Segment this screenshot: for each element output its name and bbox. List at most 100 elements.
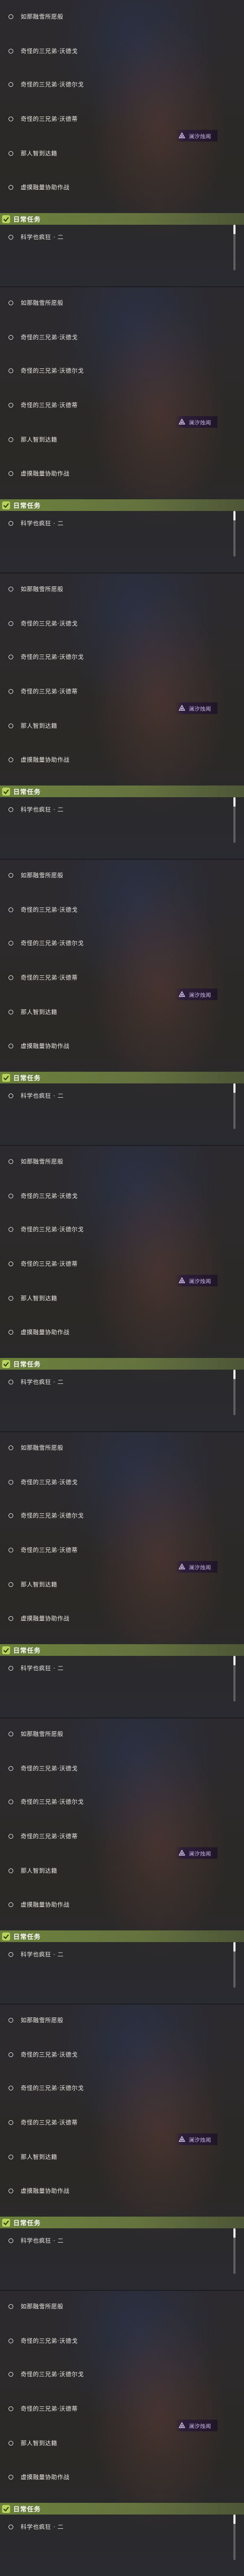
scrollbar[interactable] (233, 797, 236, 843)
quest-item[interactable]: 奇怪的三兄弟·沃德戈 (8, 904, 78, 915)
quest-item[interactable]: 奇怪的三兄弟·沃德戈 (8, 1762, 78, 1774)
quest-item[interactable]: 奇怪的三兄弟·沃德戈 (8, 331, 78, 343)
scrollbar[interactable] (233, 1083, 236, 1129)
quest-item[interactable]: 奇怪的三兄弟·沃德蒂 (8, 685, 78, 697)
quest-item[interactable]: 那人智到达籍 (8, 1865, 57, 1876)
quest-item[interactable]: 如那融雪所愿般 (8, 583, 64, 595)
scrollbar-thumb[interactable] (233, 1370, 236, 1379)
quest-item[interactable]: 虚摸融量协助作战 (8, 1612, 69, 1624)
scrollbar-thumb[interactable] (233, 2228, 236, 2238)
quest-item[interactable]: 奇怪的三兄弟·沃德戈 (8, 2049, 78, 2060)
quest-item[interactable]: 奇怪的三兄弟·沃德戈 (8, 2335, 78, 2346)
quest-title: 奇怪的三兄弟·沃德蒂 (21, 1833, 78, 1840)
quest-item[interactable]: 那人智到达籍 (8, 2151, 57, 2163)
daily-quest-item[interactable]: 科学也疯狂 · 二 (8, 231, 64, 243)
ring-icon (8, 2338, 13, 2343)
daily-quest-item[interactable]: 科学也疯狂 · 二 (8, 2235, 64, 2246)
scrollbar[interactable] (233, 1370, 236, 1415)
quest-item[interactable]: 那人智到达籍 (8, 434, 57, 445)
scrollbar[interactable] (233, 1656, 236, 1701)
quest-item[interactable]: 虚摸融量协助作战 (8, 181, 69, 193)
quest-item[interactable]: 如那融雪所愿般 (8, 2014, 64, 2026)
quest-item[interactable]: 那人智到达籍 (8, 720, 57, 731)
daily-quest-item[interactable]: 科学也疯狂 · 二 (8, 517, 64, 529)
daily-quest-heading: 日常任务 (13, 215, 41, 223)
scrollbar-thumb[interactable] (233, 1083, 236, 1093)
quest-item[interactable]: 奇怪的三兄弟·沃德尔戈 (8, 2368, 84, 2380)
quest-panel: 如那融雪所愿般奇怪的三兄弟·沃德戈 奇怪的三兄弟·沃德尔戈 奇怪的三兄弟·沃德蒂 那人… (0, 859, 244, 1145)
quest-item[interactable]: 奇怪的三兄弟·沃德尔戈 (8, 1223, 84, 1235)
daily-quest-heading: 日常任务 (13, 1646, 41, 1654)
quest-item[interactable]: 奇怪的三兄弟·沃德蒂 (8, 1544, 78, 1556)
quest-item[interactable]: 如那融雪所愿般 (8, 1155, 64, 1167)
domain-seal-icon (178, 1849, 186, 1856)
daily-quest-item[interactable]: 科学也疯狂 · 二 (8, 1662, 64, 1674)
badge-label: 澜汐烛闻 (189, 134, 211, 140)
daily-quest-item[interactable]: 科学也疯狂 · 二 (8, 804, 64, 815)
quest-title: 那人智到达籍 (21, 2440, 57, 2447)
quest-item[interactable]: 如那融雪所愿般 (8, 1442, 64, 1453)
ring-icon (8, 1329, 13, 1335)
quest-item[interactable]: 奇怪的三兄弟·沃德尔戈 (8, 78, 84, 90)
scrollbar[interactable] (233, 2228, 236, 2274)
quest-item[interactable]: 虚摸融量协助作战 (8, 467, 69, 479)
quest-item[interactable]: 奇怪的三兄弟·沃德蒂 (8, 2403, 78, 2414)
quest-item[interactable]: 奇怪的三兄弟·沃德蒂 (8, 1258, 78, 1269)
scrollbar-thumb[interactable] (233, 797, 236, 807)
daily-quest-icon (2, 1932, 10, 1940)
quest-title: 如那融雪所愿般 (21, 299, 64, 306)
quest-item[interactable]: 虚摸融量协助作战 (8, 754, 69, 765)
ring-icon (8, 2017, 13, 2023)
quest-item[interactable]: 奇怪的三兄弟·沃德戈 (8, 1476, 78, 1488)
quest-item[interactable]: 虚摸融量协助作战 (8, 1899, 69, 1910)
daily-quest-item[interactable]: 科学也疯狂 · 二 (8, 2521, 64, 2533)
quest-item[interactable]: 如那融雪所愿般 (8, 11, 64, 22)
quest-item[interactable]: 那人智到达籍 (8, 2437, 57, 2449)
quest-item[interactable]: 虚摸融量协助作战 (8, 1040, 69, 1052)
quest-item[interactable]: 那人智到达籍 (8, 1006, 57, 1018)
quest-title: 虚摸融量协助作战 (21, 1615, 69, 1622)
quest-item[interactable]: 奇怪的三兄弟·沃德尔戈 (8, 365, 84, 376)
daily-quest-item[interactable]: 科学也疯狂 · 二 (8, 1948, 64, 1960)
scrollbar[interactable] (233, 511, 236, 557)
quest-item[interactable]: 如那融雪所愿般 (8, 1728, 64, 1740)
scrollbar[interactable] (233, 2515, 236, 2560)
scrollbar-thumb[interactable] (233, 1656, 236, 1665)
ring-icon (8, 940, 13, 946)
quest-item[interactable]: 奇怪的三兄弟·沃德尔戈 (8, 1510, 84, 1521)
quest-title: 虚摸融量协助作战 (21, 1901, 69, 1908)
quest-item[interactable]: 那人智到达籍 (8, 1578, 57, 1590)
quest-item[interactable]: 奇怪的三兄弟·沃德戈 (8, 45, 78, 57)
quest-item[interactable]: 奇怪的三兄弟·沃德蒂 (8, 399, 78, 411)
quest-item[interactable]: 那人智到达籍 (8, 147, 57, 159)
scrollbar-thumb[interactable] (233, 511, 236, 521)
quest-item[interactable]: 虚摸融量协助作战 (8, 1326, 69, 1338)
quest-item[interactable]: 虚摸融量协助作战 (8, 2471, 69, 2483)
quest-item[interactable]: 虚摸融量协助作战 (8, 2185, 69, 2196)
panel-divider (0, 286, 244, 287)
quest-item[interactable]: 奇怪的三兄弟·沃德蒂 (8, 972, 78, 983)
quest-item[interactable]: 如那融雪所愿般 (8, 2300, 64, 2312)
quest-item[interactable]: 奇怪的三兄弟·沃德尔戈 (8, 1796, 84, 1807)
quest-item[interactable]: 奇怪的三兄弟·沃德蒂 (8, 2116, 78, 2128)
quest-item[interactable]: 那人智到达籍 (8, 1292, 57, 1304)
quest-item[interactable]: 奇怪的三兄弟·沃德戈 (8, 1190, 78, 1202)
daily-quest-heading: 日常任务 (13, 1074, 41, 1082)
quest-item[interactable]: 奇怪的三兄弟·沃德戈 (8, 617, 78, 629)
panel-divider (0, 2290, 244, 2291)
quest-item[interactable]: 奇怪的三兄弟·沃德尔戈 (8, 651, 84, 663)
quest-item[interactable]: 奇怪的三兄弟·沃德尔戈 (8, 937, 84, 949)
quest-item[interactable]: 如那融雪所愿般 (8, 869, 64, 881)
daily-quest-icon (2, 787, 10, 796)
quest-item[interactable]: 如那融雪所愿般 (8, 297, 64, 308)
daily-quest-item[interactable]: 科学也疯狂 · 二 (8, 1090, 64, 1101)
scrollbar-thumb[interactable] (233, 2515, 236, 2524)
quest-item[interactable]: 奇怪的三兄弟·沃德蒂 (8, 113, 78, 125)
scrollbar-thumb[interactable] (233, 1942, 236, 1952)
scrollbar[interactable] (233, 225, 236, 270)
quest-item[interactable]: 奇怪的三兄弟·沃德蒂 (8, 1830, 78, 1842)
scrollbar[interactable] (233, 1942, 236, 1988)
daily-quest-item[interactable]: 科学也疯狂 · 二 (8, 1376, 64, 1388)
quest-item[interactable]: 奇怪的三兄弟·沃德尔戈 (8, 2082, 84, 2094)
scrollbar-thumb[interactable] (233, 225, 236, 234)
